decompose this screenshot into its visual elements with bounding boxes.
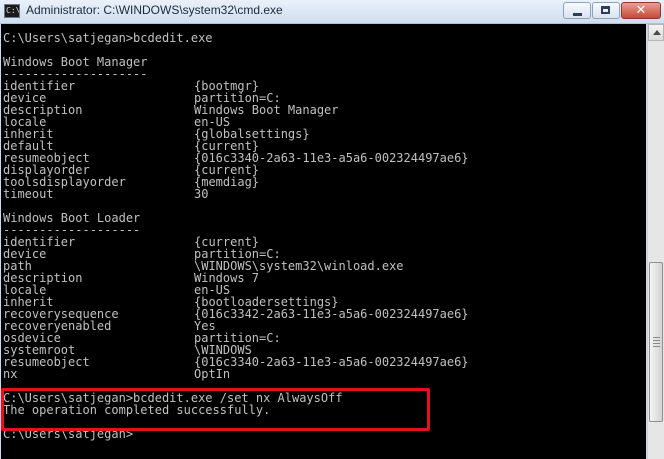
bcd-entry-row: description Windows 7 — [3, 272, 343, 284]
grip-line — [653, 337, 660, 338]
entry-key: nx — [3, 367, 18, 381]
bcd-entry-row: identifier {bootmgr} — [3, 80, 343, 92]
bcd-entry-row: description Windows Boot Manager — [3, 104, 343, 116]
bcd-entry-row: toolsdisplayorder {memdiag} — [3, 176, 343, 188]
highlight-box — [1, 388, 430, 431]
scroll-thumb[interactable] — [649, 262, 663, 422]
scroll-up-button[interactable] — [648, 24, 664, 41]
bcd-entry-row: resumeobject {016c3340-2a63-11e3-a5a6-002… — [3, 356, 469, 368]
grip-line — [653, 346, 660, 347]
entry-value: {016c3340-2a63-11e3-a5a6-002324497ae6} — [194, 355, 469, 369]
entry-value: 30 — [194, 187, 209, 201]
entry-value: {016c3342-2a63-11e3-a5a6-002324497ae6} — [194, 307, 469, 321]
window-title: Administrator: C:\WINDOWS\system32\cmd.e… — [26, 3, 283, 17]
maximize-button[interactable] — [592, 2, 620, 19]
cmd-icon[interactable]: C:\ — [4, 4, 20, 18]
close-icon: ✕ — [635, 3, 647, 18]
bcd-entry-row: nx OptIn — [3, 368, 343, 380]
maximize-icon — [601, 6, 610, 14]
console-output[interactable]: C:\Users\satjegan>bcdedit.exe Windows Bo… — [1, 24, 646, 459]
bcd-entry-row: timeout 30 — [3, 188, 343, 200]
grip-line — [653, 340, 660, 341]
entry-value: OptIn — [194, 367, 231, 381]
close-button[interactable]: ✕ — [621, 2, 661, 19]
command-line: C:\Users\satjegan>bcdedit.exe — [3, 31, 213, 45]
title-bar[interactable]: C:\ Administrator: C:\WINDOWS\system32\c… — [0, 0, 664, 24]
entry-key: timeout — [3, 187, 54, 201]
cmd-window: C:\ Administrator: C:\WINDOWS\system32\c… — [0, 0, 664, 459]
minimize-icon — [573, 13, 582, 16]
minimize-button[interactable] — [563, 2, 591, 19]
vertical-scrollbar[interactable] — [647, 24, 664, 459]
arrow-up-icon — [653, 30, 661, 35]
grip-line — [653, 343, 660, 344]
bcd-entry-row: inherit {globalsettings} — [3, 128, 343, 140]
bcd-entry-row: identifier {current} — [3, 236, 343, 248]
